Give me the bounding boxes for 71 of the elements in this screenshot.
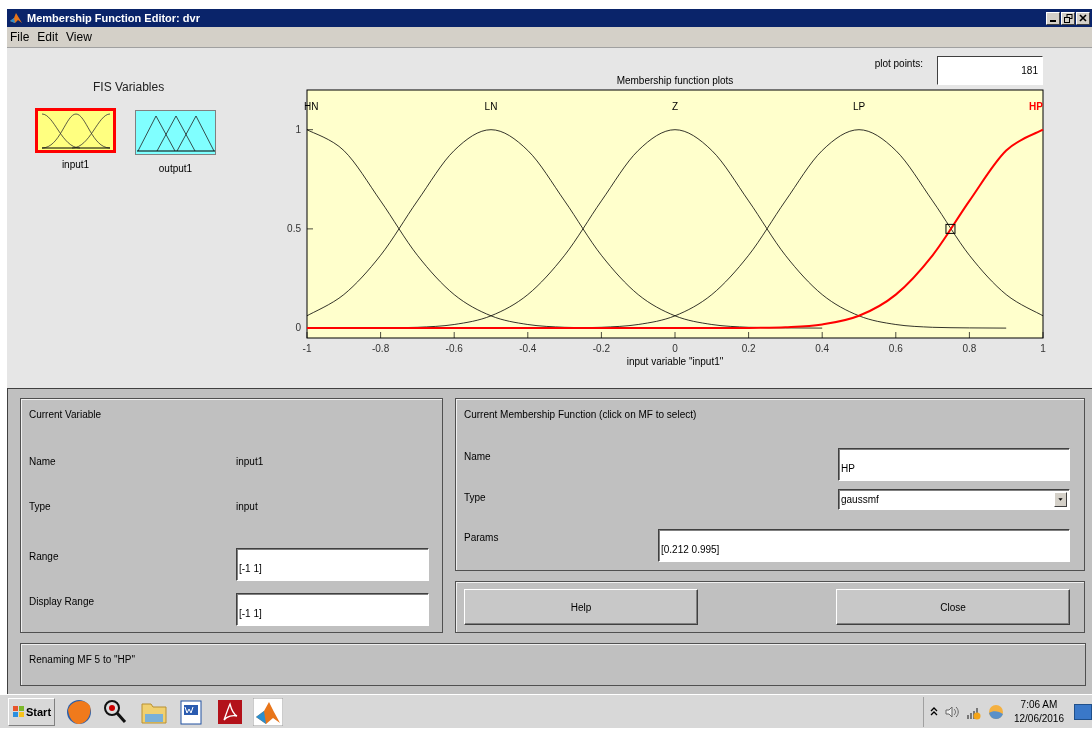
field-label: Type	[464, 491, 486, 503]
menu-item[interactable]: File	[10, 30, 30, 44]
orb-icon[interactable]	[987, 703, 1004, 720]
field-label: Range	[29, 550, 60, 562]
dialog-button[interactable]: Close	[836, 589, 1070, 625]
tick-label: 1	[295, 123, 301, 135]
tick-label: 0	[295, 322, 301, 334]
variable-button[interactable]	[35, 108, 116, 153]
field-value: input	[236, 500, 259, 512]
field-label: Display Range	[29, 595, 96, 607]
field-label: Type	[29, 500, 52, 512]
params-field[interactable]: [0.212 0.995]	[658, 529, 1070, 562]
gaussian-curves-icon	[39, 111, 112, 150]
tick-label: 0.5	[287, 222, 301, 234]
chevron-up-icon[interactable]	[929, 706, 938, 717]
panel-title: Current Membership Function (click on MF to select)	[464, 408, 698, 422]
tick-label: -1	[302, 343, 312, 354]
tick-label: -0.8	[372, 343, 390, 354]
close-button[interactable]	[1076, 11, 1090, 25]
curve-label: HN	[304, 101, 319, 112]
globe-icon[interactable]	[65, 697, 94, 726]
type-dropdown[interactable]: gaussmf	[838, 489, 1070, 510]
variable-label: input1	[61, 159, 90, 170]
tick-label: -0.2	[592, 343, 610, 354]
curve-label: LP	[852, 101, 866, 112]
plot-points-field[interactable]: 181	[937, 56, 1043, 85]
tick-label: -0.4	[519, 343, 537, 354]
section-title: FIS Variables	[93, 80, 165, 94]
triangles-icon	[136, 113, 215, 152]
field-label: Name	[29, 455, 57, 467]
membership-curve[interactable]	[306, 129, 823, 329]
display-range-field[interactable]: [-1 1]	[236, 593, 429, 626]
field-label: Name	[464, 450, 491, 462]
tick-label: -0.6	[445, 343, 463, 354]
clock-time[interactable]: 7:06 AM	[1020, 697, 1058, 712]
field-label: plot points:	[874, 57, 923, 69]
window-title: Membership Function Editor: dvr	[27, 12, 201, 24]
curve-label: LN	[484, 101, 498, 112]
restore-button[interactable]	[1061, 11, 1075, 25]
tick-label: 0.6	[888, 343, 903, 354]
field-label: Params	[464, 531, 499, 543]
app-logo-icon	[9, 11, 23, 25]
variable-label: output1	[158, 163, 193, 174]
status-message: Renaming MF 5 to "HP"	[29, 654, 136, 665]
range-field[interactable]: [-1 1]	[236, 548, 429, 581]
name-field[interactable]: HP	[838, 448, 1070, 481]
flag-icon	[12, 705, 25, 718]
tick-label: 0.2	[741, 343, 756, 354]
minimize-button[interactable]	[1046, 11, 1060, 25]
curve-label: HP	[1029, 101, 1043, 112]
peak-icon[interactable]	[253, 697, 284, 726]
chart-title: Membership function plots	[616, 75, 734, 88]
panel-title: Current Variable	[29, 408, 103, 422]
tick-label: 1	[1040, 343, 1046, 354]
caret-icon	[1054, 492, 1067, 507]
menu-item[interactable]: Edit	[37, 30, 59, 44]
restore-icon	[1063, 13, 1073, 23]
tick-label: 0.4	[815, 343, 830, 354]
close-icon	[1079, 14, 1087, 22]
curve-label: Z	[671, 101, 679, 112]
selection-handle[interactable]	[945, 223, 956, 234]
axis-title: input variable "input1"	[626, 356, 724, 367]
tick-label: 0.8	[962, 343, 977, 354]
clock-date[interactable]: 12/06/2016	[1013, 711, 1064, 726]
variable-button[interactable]	[135, 110, 216, 155]
tick-label: 0	[672, 343, 678, 354]
start-button[interactable]: Start	[8, 697, 56, 726]
field-value: input1	[236, 455, 265, 467]
menu-item[interactable]: View	[66, 30, 92, 44]
show-desktop-button[interactable]	[1074, 703, 1092, 720]
dialog-button[interactable]: Help	[464, 589, 698, 625]
